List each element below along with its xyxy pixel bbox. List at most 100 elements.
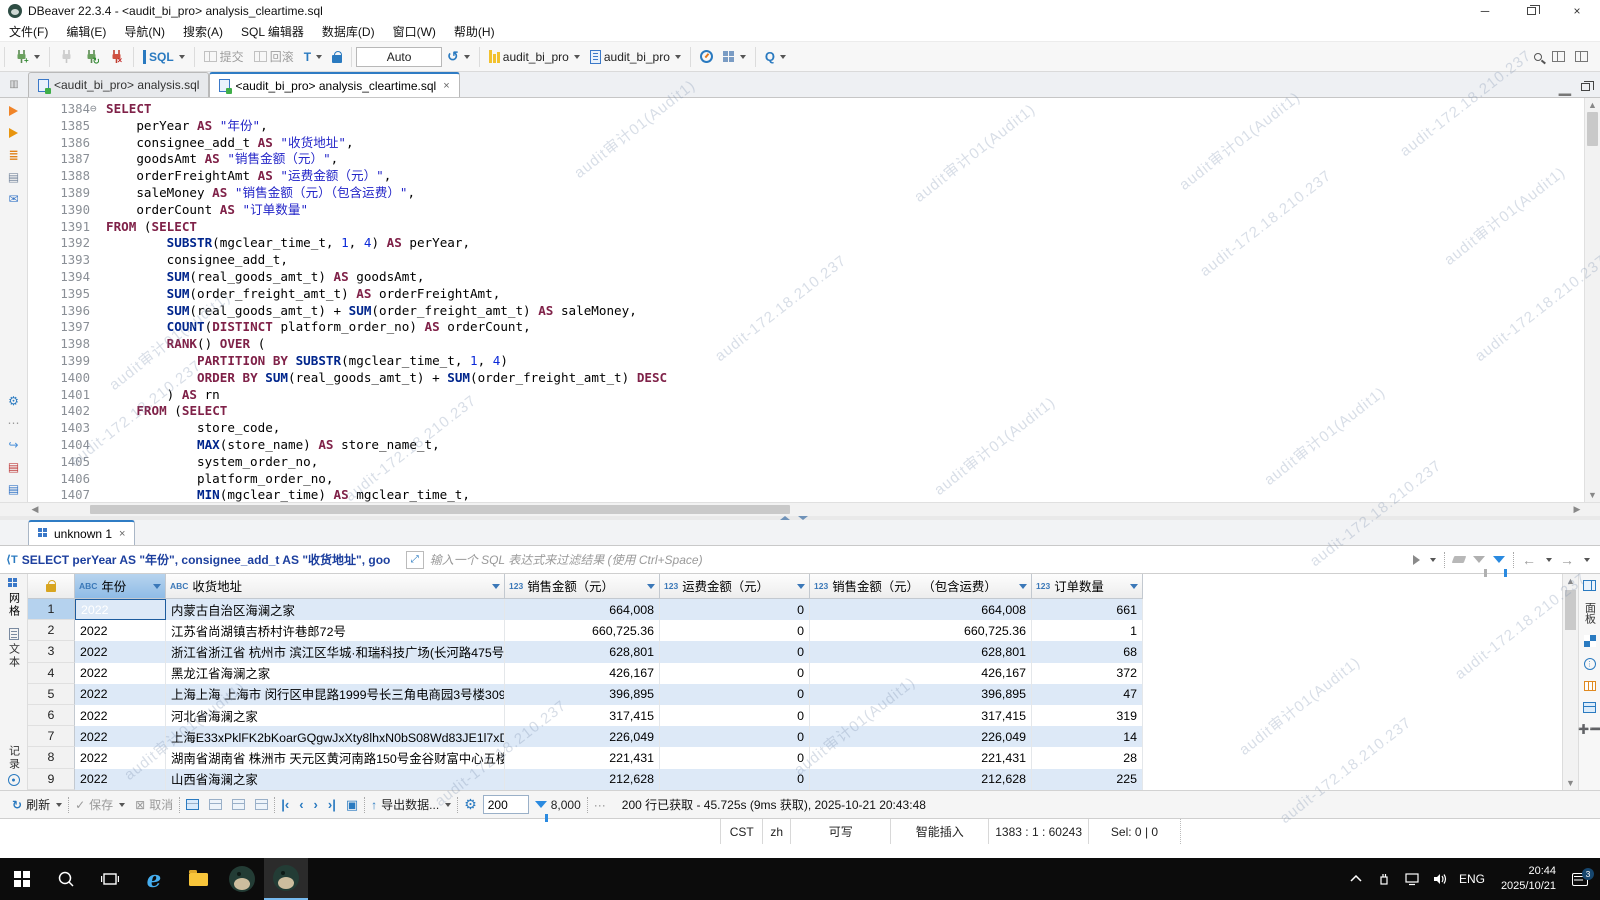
menu-item-窗口(W)[interactable]: 窗口(W) — [384, 22, 445, 41]
filter-input[interactable]: 输入一个 SQL 表达式来过滤结果 (使用 Ctrl+Space) — [430, 551, 1403, 568]
menu-item-搜索(A)[interactable]: 搜索(A) — [174, 22, 232, 41]
filter-active-icon[interactable] — [1493, 556, 1505, 563]
grid-vertical-scrollbar[interactable]: ▲ ▼ — [1562, 574, 1578, 790]
restore-button[interactable] — [1508, 0, 1554, 22]
grid-cell[interactable]: 0 — [660, 726, 810, 747]
commit-button[interactable]: 提交 — [200, 46, 248, 67]
grid-cell[interactable]: 664,008 — [810, 599, 1032, 620]
column-filter-caret[interactable] — [492, 584, 500, 589]
editor-horizontal-scrollbar[interactable]: ◀ ▶ — [0, 502, 1600, 516]
search-menu-button[interactable]: Q — [761, 47, 790, 66]
expand-filter-icon[interactable]: ⤢ — [406, 551, 424, 569]
menu-item-文件(F)[interactable]: 文件(F) — [0, 22, 57, 41]
column-filter-caret[interactable] — [1019, 584, 1027, 589]
cancel-button[interactable]: ⊠ 取消 — [131, 794, 177, 815]
more-options-icon[interactable]: ⋯ — [6, 415, 22, 431]
usb-tray-button[interactable] — [1370, 872, 1398, 886]
grid-cell[interactable]: 628,801 — [810, 641, 1032, 662]
row-number-cell[interactable]: 9 — [28, 769, 75, 790]
fetch-size-input[interactable] — [483, 795, 529, 814]
next-row-button[interactable]: › — [310, 795, 322, 814]
grid-cell[interactable]: 2022 — [75, 769, 166, 790]
volume-tray-button[interactable] — [1426, 872, 1454, 886]
menu-item-SQL 编辑器[interactable]: SQL 编辑器 — [232, 22, 313, 41]
grid-cell[interactable]: 628,801 — [505, 641, 660, 662]
panel-icon[interactable] — [1583, 580, 1596, 591]
last-row-button[interactable]: ›| — [324, 795, 340, 814]
grid-cell[interactable]: 内蒙古自治区海澜之家 — [166, 599, 505, 620]
refresh-button[interactable]: ↻ 刷新 — [8, 794, 66, 815]
grid-cell[interactable]: 319 — [1032, 705, 1143, 726]
network-tray-button[interactable] — [1398, 872, 1426, 886]
row-number-cell[interactable]: 1 — [28, 599, 75, 620]
side-tab-record[interactable]: 记录 ● — [6, 745, 22, 786]
export-log-icon[interactable]: ↪ — [6, 437, 22, 453]
grid-cell[interactable]: 山西省海澜之家 — [166, 769, 505, 790]
side-tab-grid[interactable]: 网格 — [6, 578, 22, 618]
prev-row-button[interactable]: ‹ — [295, 795, 307, 814]
database-selector[interactable]: audit_bi_pro — [485, 48, 584, 66]
grid-cell[interactable]: 28 — [1032, 747, 1143, 768]
grid-cell[interactable]: 2022 — [75, 641, 166, 662]
close-button[interactable]: × — [1554, 0, 1600, 22]
column-header-5[interactable]: 123销售金额（元） （包含运费） — [810, 574, 1032, 599]
output-console-icon[interactable]: ✉ — [6, 191, 22, 207]
scroll-down-arrow[interactable]: ▼ — [1585, 488, 1600, 502]
grid-cell[interactable]: 664,008 — [505, 599, 660, 620]
add-row-button[interactable] — [182, 797, 203, 812]
filter-history-caret[interactable] — [1430, 558, 1436, 562]
task-view-button[interactable] — [88, 858, 132, 900]
explain-plan-icon[interactable]: ▤ — [6, 169, 22, 185]
scroll-thumb[interactable] — [1587, 112, 1598, 146]
layout-panel-icon[interactable] — [1583, 702, 1596, 713]
grid-cell[interactable]: 372 — [1032, 663, 1143, 684]
button-panel-icon[interactable]: ⋮ — [1584, 658, 1596, 670]
action-center-button[interactable]: 3 — [1560, 873, 1600, 886]
grid-cell[interactable]: 2022 — [75, 620, 166, 641]
quick-access-search-button[interactable] — [1530, 51, 1546, 63]
row-number-cell[interactable]: 6 — [28, 705, 75, 726]
tx-history-button[interactable]: ↺ — [443, 46, 474, 67]
menu-item-编辑(E)[interactable]: 编辑(E) — [57, 22, 115, 41]
row-number-cell[interactable]: 8 — [28, 747, 75, 768]
grid-cell[interactable]: 2022 — [75, 705, 166, 726]
execute-statement-button[interactable] — [6, 103, 22, 119]
overflow-dots[interactable]: ··· — [594, 798, 606, 812]
start-button[interactable] — [0, 858, 44, 900]
grid-cell[interactable]: 396,895 — [505, 684, 660, 705]
grid-cell[interactable]: 221,431 — [810, 747, 1032, 768]
grid-cell[interactable]: 0 — [660, 684, 810, 705]
grid-cell[interactable]: 14 — [1032, 726, 1143, 747]
scroll-right-arrow[interactable]: ▶ — [1570, 503, 1584, 516]
rollback-button[interactable]: 回滚 — [250, 46, 298, 67]
grid-cell[interactable]: 2022 — [75, 684, 166, 705]
editor-list-icon[interactable]: ▥ — [0, 72, 28, 97]
grid-cell[interactable]: 212,628 — [505, 769, 660, 790]
file-explorer-button[interactable] — [176, 858, 220, 900]
forward-arrow-icon[interactable]: → — [1560, 552, 1574, 568]
side-tab-text[interactable]: 文本 — [6, 628, 22, 669]
grid-settings-button[interactable]: ⚙ — [460, 794, 481, 815]
menu-item-导航(N)[interactable]: 导航(N) — [115, 22, 174, 41]
dbeaver-taskbar-button-2[interactable] — [264, 858, 308, 900]
clear-filter-icon[interactable] — [1452, 556, 1467, 563]
tx-mode-combo[interactable]: Auto — [356, 47, 442, 67]
settings-gear-icon[interactable]: ⚙ — [6, 393, 22, 409]
duplicate-row-button[interactable] — [228, 797, 249, 812]
column-header-6[interactable]: 123订单数量 — [1032, 574, 1143, 599]
grid-cell[interactable]: 2022 — [75, 747, 166, 768]
row-number-cell[interactable]: 7 — [28, 726, 75, 747]
grid-cell[interactable]: 426,167 — [505, 663, 660, 684]
tray-expand-button[interactable] — [1342, 875, 1370, 883]
grid-cell[interactable]: 221,431 — [505, 747, 660, 768]
grid-cell[interactable]: 0 — [660, 599, 810, 620]
grid-cell[interactable]: 2022 — [75, 726, 166, 747]
grid-cell[interactable]: 0 — [660, 705, 810, 726]
grid-cell[interactable]: 2022 — [75, 599, 166, 620]
column-filter-caret[interactable] — [153, 584, 161, 589]
grid-cell[interactable]: 湖南省湖南省 株洲市 天元区黄河南路150号金谷财富中心五楼 — [166, 747, 505, 768]
grid-cell[interactable]: 河北省海澜之家 — [166, 705, 505, 726]
column-filter-caret[interactable] — [647, 584, 655, 589]
minimize-view-icon[interactable]: ▁ — [1559, 77, 1571, 97]
grid-cell[interactable]: 江苏省尚湖镇吉桥村许巷郎72号 — [166, 620, 505, 641]
